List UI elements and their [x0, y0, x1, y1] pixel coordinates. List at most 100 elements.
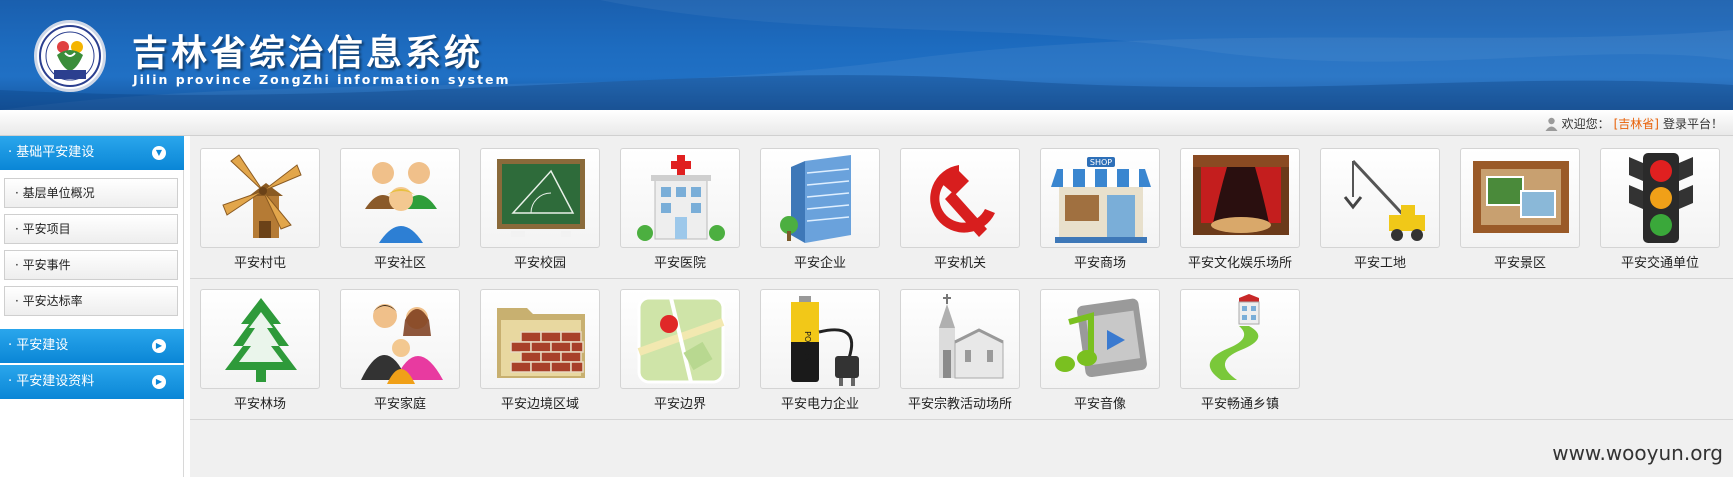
tile-icon-box	[620, 289, 740, 389]
tile-icon-box	[340, 289, 460, 389]
hammer-sickle-icon	[930, 165, 995, 237]
current-user[interactable]: [吉林省]	[1614, 115, 1659, 132]
sidebar-menu: · 基础平安建设 ▼ · 基层单位概况 · 平安项目 · 平安事件 · 平安达标…	[0, 136, 184, 477]
tile-label: 平安医院	[653, 256, 706, 271]
main-icon-grid: 平安村屯 平安社区 平安校园 平安医院 平安企业 平安机关 SHOP 平安商场 …	[190, 136, 1733, 477]
tile-label: 平安村屯	[233, 256, 286, 271]
tile-icon-box	[200, 289, 320, 389]
sidebar-section-label: · 平安建设	[8, 338, 69, 353]
tile-hospital[interactable]: 平安医院	[610, 136, 750, 271]
watermark: www.wooyun.org	[1552, 441, 1723, 465]
tile-icon-box	[200, 148, 320, 248]
sidebar-item-unit-overview[interactable]: · 基层单位概况	[4, 178, 178, 208]
tile-government[interactable]: 平安机关	[890, 136, 1030, 271]
map-pin-icon	[637, 296, 725, 384]
sidebar-section-basic-safety[interactable]: · 基础平安建设 ▼	[0, 136, 184, 170]
hospital-icon	[637, 155, 725, 241]
tile-scenic[interactable]: 平安景区	[1450, 136, 1590, 271]
pine-tree-icon	[225, 298, 297, 382]
tile-icon-box	[900, 289, 1020, 389]
tile-forest-farm[interactable]: 平安林场	[190, 277, 330, 412]
tile-icon-box	[1460, 148, 1580, 248]
tile-icon-box	[1180, 148, 1300, 248]
tile-label: 平安边界	[653, 397, 706, 412]
tile-boundary[interactable]: 平安边界	[610, 277, 750, 412]
tile-label: 平安宗教活动场所	[907, 397, 1012, 412]
tile-power-enterprise[interactable]: POWER 平安电力企业	[750, 277, 890, 412]
emblem-icon	[39, 25, 101, 87]
music-video-icon	[1055, 298, 1147, 378]
church-icon	[939, 294, 1004, 379]
tile-label: 平安电力企业	[780, 397, 859, 412]
office-building-icon	[780, 155, 851, 243]
tile-label: 平安工地	[1353, 256, 1406, 271]
tile-icon-box	[900, 148, 1020, 248]
tile-label: 平安企业	[793, 256, 846, 271]
welcome-bar: 欢迎您： [吉林省] 登录平台！	[0, 110, 1733, 136]
tile-traffic[interactable]: 平安交通单位	[1590, 136, 1730, 271]
tile-label: 平安景区	[1493, 256, 1546, 271]
road-icon	[1209, 294, 1260, 380]
tile-icon-box	[1040, 289, 1160, 389]
tile-label: 平安机关	[933, 256, 986, 271]
header-banner: 吉林省综治信息系统 Jilin province ZongZhi informa…	[0, 0, 1733, 110]
tile-family[interactable]: 平安家庭	[330, 277, 470, 412]
tile-village[interactable]: 平安村屯	[190, 136, 330, 271]
tile-campus[interactable]: 平安校园	[470, 136, 610, 271]
tile-label: 平安林场	[233, 397, 286, 412]
tile-icon-box	[620, 148, 740, 248]
welcome-message: 欢迎您： [吉林省] 登录平台！	[1545, 115, 1723, 132]
system-title: 吉林省综治信息系统	[132, 33, 484, 74]
chevron-right-icon: ▶	[152, 339, 166, 353]
photo-frame-icon	[1473, 161, 1569, 233]
tile-icon-box	[480, 148, 600, 248]
tile-construction[interactable]: 平安工地	[1310, 136, 1450, 271]
folder-wall-icon	[497, 308, 585, 378]
site-logo[interactable]	[34, 20, 106, 92]
tile-icon-box: SHOP	[1040, 148, 1160, 248]
tile-label: 平安交通单位	[1620, 256, 1699, 271]
tile-label: 平安音像	[1073, 397, 1126, 412]
tile-audio-video[interactable]: 平安音像	[1030, 277, 1170, 412]
tile-township-road[interactable]: 平安畅通乡镇	[1170, 277, 1310, 412]
sidebar-section-label: · 基础平安建设	[8, 145, 95, 160]
sidebar-section-safety-construction[interactable]: · 平安建设 ▶	[0, 329, 184, 363]
people-icon	[365, 162, 437, 243]
chevron-down-icon: ▼	[152, 146, 166, 160]
tile-religious[interactable]: 平安宗教活动场所	[890, 277, 1030, 412]
tile-border-region[interactable]: 平安边境区域	[470, 277, 610, 412]
row-divider	[190, 419, 1733, 420]
tile-icon-box	[1320, 148, 1440, 248]
sidebar-section-safety-materials[interactable]: · 平安建设资料 ▶	[0, 365, 184, 399]
sidebar-section-label: · 平安建设资料	[8, 374, 95, 389]
blackboard-icon	[497, 159, 585, 237]
welcome-prefix: 欢迎您：	[1561, 117, 1610, 131]
tile-entertainment[interactable]: 平安文化娱乐场所	[1170, 136, 1310, 271]
tile-label: 平安校园	[513, 256, 566, 271]
sidebar-item-compliance-rate[interactable]: · 平安达标率	[4, 286, 178, 316]
family-icon	[361, 304, 443, 384]
tile-icon-box	[760, 148, 880, 248]
tile-enterprise[interactable]: 平安企业	[750, 136, 890, 271]
chevron-right-icon: ▶	[152, 375, 166, 389]
tile-label: 平安畅通乡镇	[1200, 397, 1279, 412]
traffic-light-icon	[1629, 153, 1693, 243]
shop-icon: SHOP	[1051, 157, 1151, 243]
sidebar-item-safety-events[interactable]: · 平安事件	[4, 250, 178, 280]
battery-plug-icon: POWER	[791, 296, 859, 386]
tile-icon-box	[1180, 289, 1300, 389]
tile-icon-box	[340, 148, 460, 248]
user-icon	[1545, 117, 1558, 131]
tile-label: 平安社区	[373, 256, 426, 271]
sidebar-item-safety-projects[interactable]: · 平安项目	[4, 214, 178, 244]
tile-icon-box: POWER	[760, 289, 880, 389]
tile-label: 平安家庭	[373, 397, 426, 412]
crane-icon	[1343, 159, 1425, 241]
tile-community[interactable]: 平安社区	[330, 136, 470, 271]
tile-mall[interactable]: SHOP 平安商场	[1030, 136, 1170, 271]
tile-label: 平安商场	[1073, 256, 1126, 271]
welcome-suffix: 登录平台！	[1662, 117, 1723, 131]
system-subtitle: Jilin province ZongZhi information syste…	[133, 72, 511, 87]
theater-stage-icon	[1193, 155, 1289, 235]
windmill-icon	[222, 154, 302, 238]
